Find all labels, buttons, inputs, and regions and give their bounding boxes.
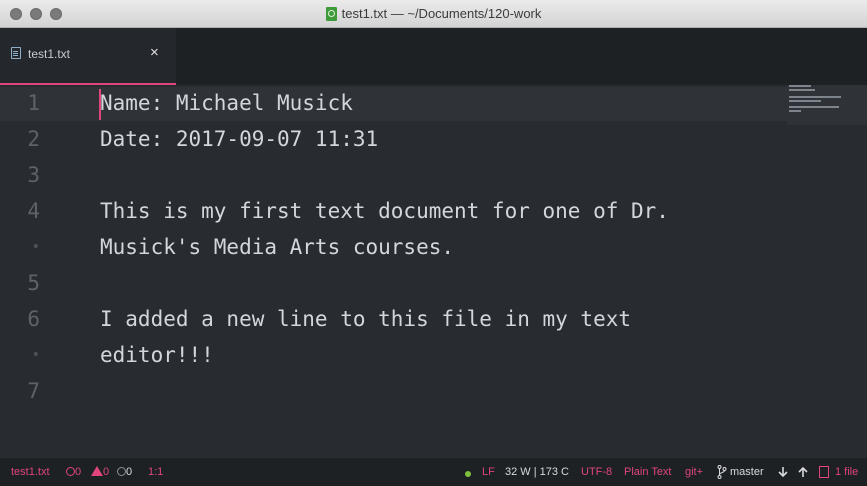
- git-branch-icon: [717, 465, 727, 479]
- line-number: 2: [27, 127, 40, 151]
- editor-line[interactable]: Musick's Media Arts courses.: [100, 229, 454, 265]
- window-title: test1.txt — ~/Documents/120-work: [341, 6, 542, 21]
- tab-bar: test1.txt ×: [0, 28, 867, 85]
- text-editor[interactable]: 1 2 3 4 • 5 6 • 7 Name: Michael Musick D…: [0, 85, 867, 458]
- git-branch[interactable]: master: [730, 466, 764, 479]
- git-plus[interactable]: git+: [685, 466, 703, 479]
- line-number: 1: [27, 91, 40, 115]
- text-file-icon: [325, 6, 337, 21]
- status-file-name[interactable]: test1.txt: [11, 466, 50, 479]
- file-status-icon: [819, 466, 829, 478]
- cursor-position[interactable]: 1:1: [148, 466, 163, 479]
- wrap-indicator: •: [31, 347, 40, 363]
- arrow-down-icon[interactable]: [778, 467, 788, 478]
- linter-warnings[interactable]: 0: [91, 466, 109, 479]
- info-icon: [117, 467, 126, 476]
- editor-line[interactable]: editor!!!: [100, 337, 214, 373]
- file-count[interactable]: 1 file: [835, 466, 858, 479]
- linter-infos[interactable]: 0: [117, 466, 132, 479]
- minimap[interactable]: [787, 85, 867, 125]
- encoding[interactable]: UTF-8: [581, 466, 612, 479]
- editor-line[interactable]: Name: Michael Musick: [100, 85, 353, 121]
- tab-test1[interactable]: test1.txt ×: [0, 28, 176, 85]
- info-count: 0: [126, 466, 133, 478]
- error-count: 0: [75, 466, 82, 478]
- status-bar: test1.txt 0 0 0 1:1 LF 32 W | 173 C UTF-…: [0, 458, 867, 486]
- grammar[interactable]: Plain Text: [624, 466, 672, 479]
- error-icon: [66, 467, 75, 476]
- linter-errors[interactable]: 0: [66, 466, 81, 479]
- close-icon[interactable]: ×: [150, 45, 159, 60]
- line-number: 5: [27, 271, 40, 295]
- title-bar: test1.txt — ~/Documents/120-work: [0, 0, 867, 28]
- line-number: 7: [27, 379, 40, 403]
- arrow-up-icon[interactable]: [798, 466, 808, 477]
- line-number: 4: [27, 199, 40, 223]
- line-number: 6: [27, 307, 40, 331]
- status-dot-icon: [465, 471, 471, 477]
- wrap-indicator: •: [31, 239, 40, 255]
- editor-line[interactable]: I added a new line to this file in my te…: [100, 301, 631, 337]
- warning-icon: [91, 466, 103, 476]
- word-count: 32 W | 173 C: [505, 466, 569, 478]
- line-number: 3: [27, 163, 40, 187]
- editor-line[interactable]: Date: 2017-09-07 11:31: [100, 121, 378, 157]
- line-ending[interactable]: LF: [482, 466, 495, 479]
- line-number-gutter: 1 2 3 4 • 5 6 • 7: [0, 85, 70, 458]
- document-icon: [11, 47, 21, 59]
- warning-count: 0: [103, 466, 110, 478]
- tab-label: test1.txt: [28, 47, 71, 61]
- editor-line[interactable]: This is my first text document for one o…: [100, 193, 669, 229]
